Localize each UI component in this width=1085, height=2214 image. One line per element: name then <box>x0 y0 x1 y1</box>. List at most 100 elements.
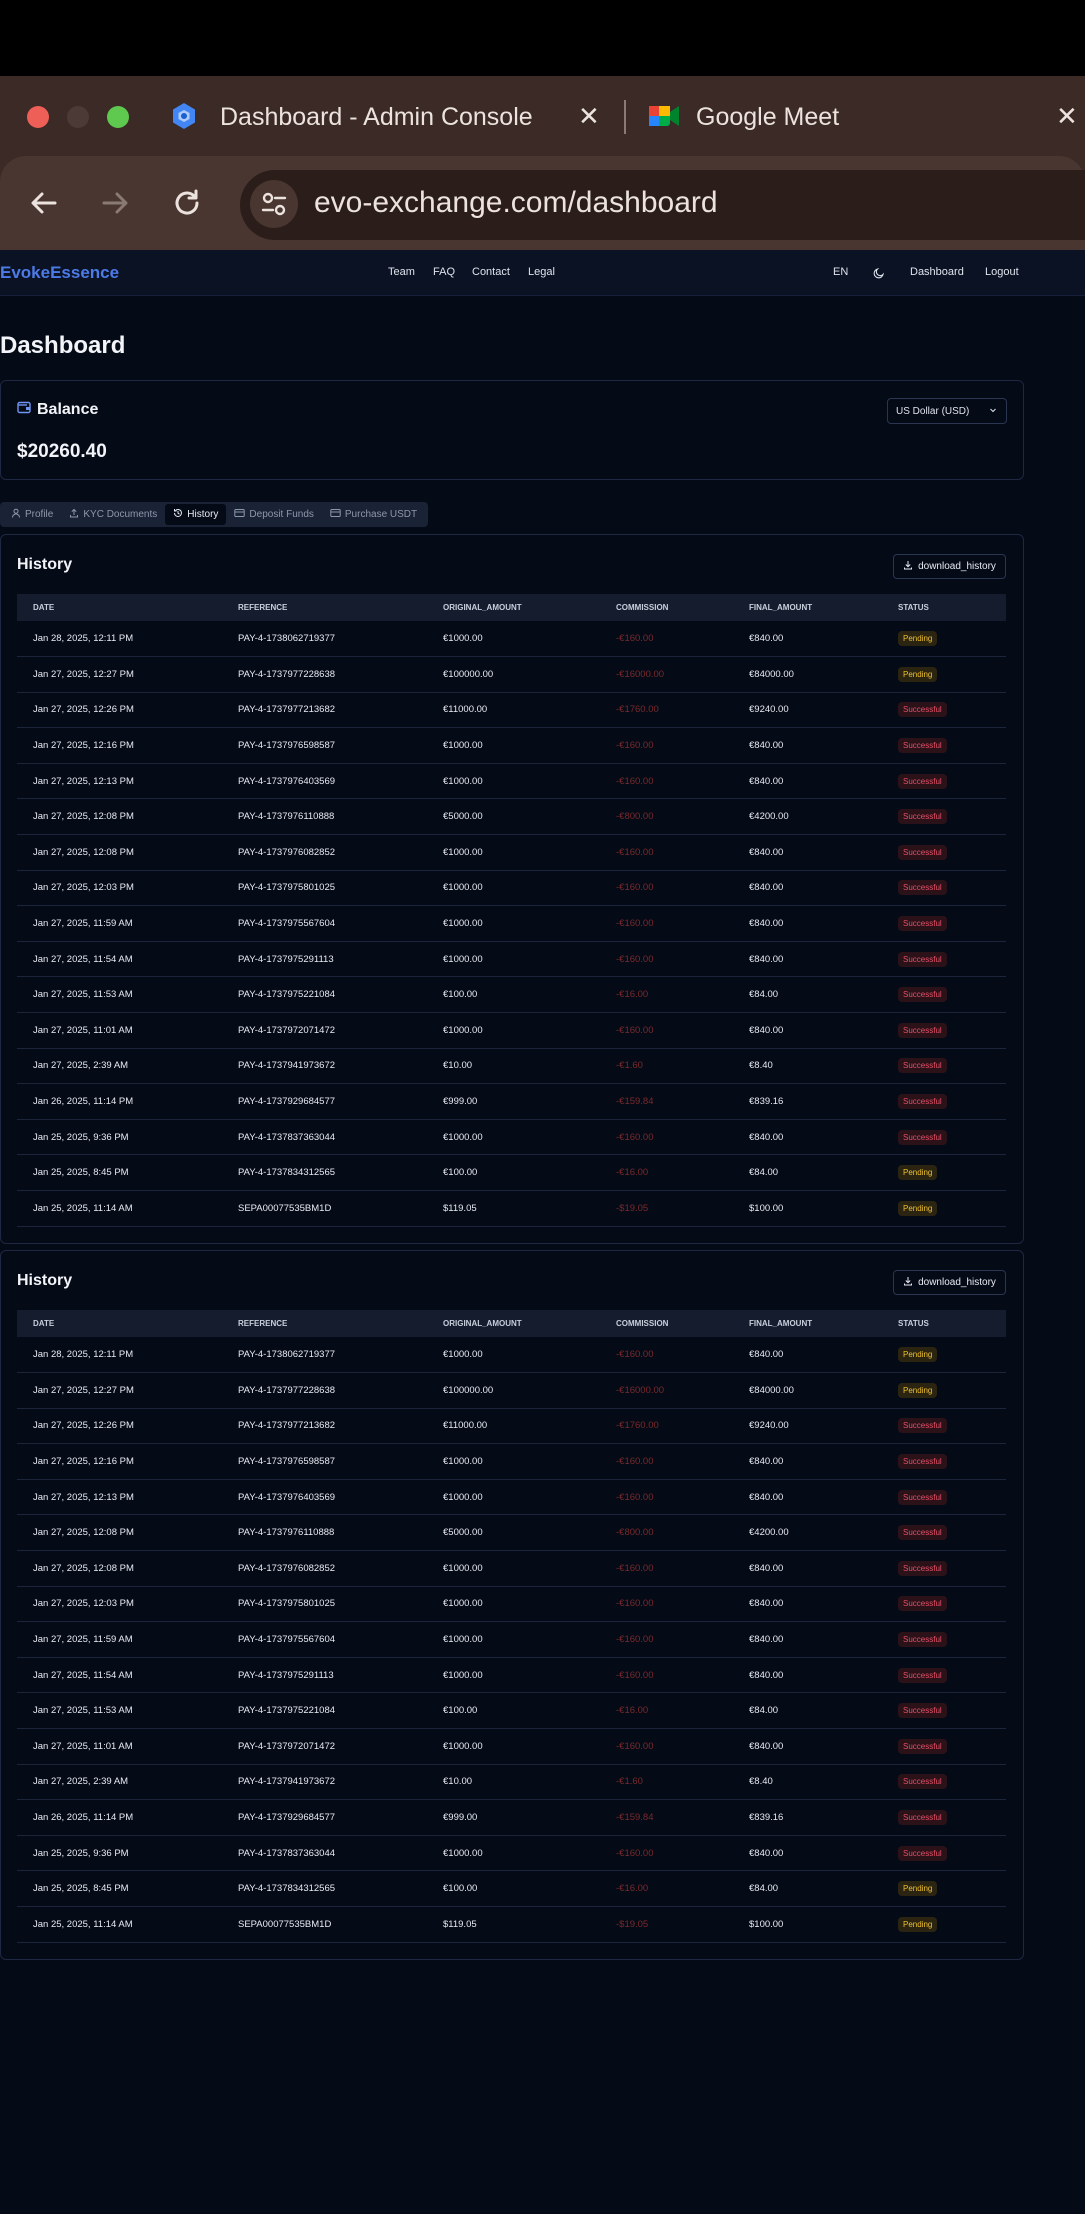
theme-toggle-moon-icon[interactable] <box>873 266 885 279</box>
cell-original-amount: €1000.00 <box>427 763 600 800</box>
cell-commission: -€160.00 <box>600 1550 733 1587</box>
table-row[interactable]: Jan 25, 2025, 11:14 AM SEPA00077535BM1D $1… <box>17 1906 1006 1943</box>
table-row[interactable]: Jan 25, 2025, 8:45 PM PAY-4-1737834312565… <box>17 1154 1006 1191</box>
forward-arrow-icon[interactable] <box>98 186 132 220</box>
table-row[interactable]: Jan 26, 2025, 11:14 PM PAY-4-173792968457… <box>17 1799 1006 1836</box>
cell-final-amount: €840.00 <box>733 1835 882 1872</box>
tab-kyc-documents[interactable]: KYC Documents <box>61 504 165 525</box>
site-settings-icon[interactable] <box>250 180 298 228</box>
cell-original-amount: €11000.00 <box>427 692 600 729</box>
table-row[interactable]: Jan 27, 2025, 12:03 PM PAY-4-173797580102… <box>17 1586 1006 1623</box>
reload-icon[interactable] <box>170 186 204 220</box>
table-row[interactable]: Jan 27, 2025, 12:03 PM PAY-4-173797580102… <box>17 870 1006 907</box>
tab-label: History <box>187 509 219 520</box>
cell-original-amount: €1000.00 <box>427 621 600 658</box>
table-row[interactable]: Jan 27, 2025, 11:54 AM PAY-4-173797529111… <box>17 1657 1006 1694</box>
tab-profile[interactable]: Profile <box>3 504 61 525</box>
language-switcher[interactable]: EN <box>833 266 848 278</box>
back-arrow-icon[interactable] <box>27 186 61 220</box>
cell-date: Jan 27, 2025, 12:03 PM <box>17 1586 222 1623</box>
column-header-commission: COMMISSION <box>600 594 733 621</box>
table-row[interactable]: Jan 27, 2025, 11:59 AM PAY-4-173797556760… <box>17 1621 1006 1658</box>
table-row[interactable]: Jan 27, 2025, 11:54 AM PAY-4-173797529111… <box>17 941 1006 978</box>
table-row[interactable]: Jan 27, 2025, 12:08 PM PAY-4-173797611088… <box>17 1514 1006 1552</box>
history-title: History <box>17 1272 73 1289</box>
table-row[interactable]: Jan 27, 2025, 11:53 AM PAY-4-173797522108… <box>17 976 1006 1014</box>
table-row[interactable]: Jan 27, 2025, 12:16 PM PAY-4-173797659858… <box>17 1443 1006 1480</box>
table-row[interactable]: Jan 27, 2025, 12:26 PM PAY-4-173797721368… <box>17 692 1006 729</box>
cell-original-amount: €1000.00 <box>427 1586 600 1623</box>
cell-commission: -€160.00 <box>600 905 733 942</box>
tab-purchase-usdt[interactable]: Purchase USDT <box>322 504 425 525</box>
table-row[interactable]: Jan 27, 2025, 12:13 PM PAY-4-173797640356… <box>17 763 1006 800</box>
cell-date: Jan 27, 2025, 2:39 AM <box>17 1764 222 1801</box>
download-icon <box>903 1276 913 1289</box>
table-row[interactable]: Jan 27, 2025, 11:01 AM PAY-4-173797207147… <box>17 1012 1006 1049</box>
nav-dashboard-link[interactable]: Dashboard <box>910 266 964 278</box>
table-row[interactable]: Jan 27, 2025, 11:53 AM PAY-4-173797522108… <box>17 1692 1006 1730</box>
status-badge: Successful <box>898 1738 947 1754</box>
table-row[interactable]: Jan 27, 2025, 12:26 PM PAY-4-173797721368… <box>17 1408 1006 1445</box>
table-row[interactable]: Jan 28, 2025, 12:11 PM PAY-4-173806271937… <box>17 1337 1006 1374</box>
table-row[interactable]: Jan 25, 2025, 9:36 PM PAY-4-1737837363044… <box>17 1119 1006 1156</box>
nav-link-team[interactable]: Team <box>388 266 415 278</box>
nav-link-faq[interactable]: FAQ <box>433 266 455 278</box>
logout-button[interactable]: Logout <box>985 266 1019 278</box>
table-row[interactable]: Jan 27, 2025, 12:27 PM PAY-4-173797722863… <box>17 1372 1006 1409</box>
table-row[interactable]: Jan 27, 2025, 12:13 PM PAY-4-173797640356… <box>17 1479 1006 1516</box>
table-row[interactable]: Jan 27, 2025, 12:08 PM PAY-4-173797608285… <box>17 834 1006 871</box>
table-row[interactable]: Jan 27, 2025, 12:16 PM PAY-4-173797659858… <box>17 727 1006 764</box>
table-row[interactable]: Jan 25, 2025, 9:36 PM PAY-4-1737837363044… <box>17 1835 1006 1872</box>
nav-link-contact[interactable]: Contact <box>472 266 510 278</box>
column-header-original-amount: ORIGINAL_AMOUNT <box>427 1310 600 1337</box>
table-row[interactable]: Jan 25, 2025, 11:14 AM SEPA00077535BM1D $1… <box>17 1190 1006 1227</box>
cell-reference: PAY-4-1737975567604 <box>222 1621 427 1658</box>
window-close-button[interactable] <box>27 106 49 128</box>
status-badge: Successful <box>898 844 947 860</box>
tab-history[interactable]: History <box>165 504 227 525</box>
cell-reference: PAY-4-1738062719377 <box>222 1337 427 1374</box>
table-row[interactable]: Jan 28, 2025, 12:11 PM PAY-4-173806271937… <box>17 621 1006 658</box>
cell-status: Successful <box>882 1048 1006 1085</box>
cell-reference: PAY-4-1737975801025 <box>222 870 427 907</box>
tab-label: Purchase USDT <box>344 509 418 520</box>
cell-reference: SEPA00077535BM1D <box>222 1906 427 1943</box>
column-header-status: STATUS <box>882 1310 1006 1337</box>
cell-status: Successful <box>882 1764 1006 1801</box>
table-row[interactable]: Jan 27, 2025, 12:27 PM PAY-4-173797722863… <box>17 656 1006 693</box>
cell-final-amount: €840.00 <box>733 834 882 871</box>
cell-reference: PAY-4-1737941973672 <box>222 1764 427 1801</box>
table-row[interactable]: Jan 27, 2025, 12:08 PM PAY-4-173797611088… <box>17 798 1006 836</box>
cell-reference: PAY-4-1737929684577 <box>222 1083 427 1120</box>
table-row[interactable]: Jan 27, 2025, 11:01 AM PAY-4-173797207147… <box>17 1728 1006 1765</box>
cell-final-amount: €839.16 <box>733 1799 882 1836</box>
table-row[interactable]: Jan 27, 2025, 2:39 AM PAY-4-1737941973672… <box>17 1048 1006 1085</box>
close-tab-icon[interactable]: ✕ <box>578 103 600 129</box>
brand-logo[interactable]: EvokeEssence <box>0 263 119 283</box>
nav-link-legal[interactable]: Legal <box>528 266 555 278</box>
cell-status: Successful <box>882 1799 1006 1836</box>
download-icon <box>903 560 913 573</box>
table-row[interactable]: Jan 27, 2025, 2:39 AM PAY-4-1737941973672… <box>17 1764 1006 1801</box>
download-history-button[interactable]: download_history <box>893 554 1006 579</box>
table-row[interactable]: Jan 27, 2025, 11:59 AM PAY-4-173797556760… <box>17 905 1006 942</box>
tab-deposit-funds[interactable]: Deposit Funds <box>226 504 321 525</box>
cell-original-amount: €1000.00 <box>427 1835 600 1872</box>
window-maximize-button[interactable] <box>107 106 129 128</box>
browser-tab-dashboard[interactable]: Dashboard - Admin Console ✕ <box>170 76 610 156</box>
status-badge: Successful <box>898 1094 947 1110</box>
cell-status: Successful <box>882 1835 1006 1872</box>
balance-title: Balance <box>17 400 98 419</box>
currency-select[interactable]: US Dollar (USD) <box>887 398 1007 424</box>
table-row[interactable]: Jan 26, 2025, 11:14 PM PAY-4-173792968457… <box>17 1083 1006 1120</box>
download-history-button[interactable]: download_history <box>893 1270 1006 1295</box>
table-row[interactable]: Jan 25, 2025, 8:45 PM PAY-4-1737834312565… <box>17 1870 1006 1907</box>
cell-reference: PAY-4-1737976082852 <box>222 1550 427 1587</box>
browser-tab-meet[interactable]: Google Meet ✕ <box>648 76 1085 156</box>
table-row[interactable]: Jan 27, 2025, 12:08 PM PAY-4-173797608285… <box>17 1550 1006 1587</box>
cell-commission: -€160.00 <box>600 1443 733 1480</box>
cell-final-amount: €84.00 <box>733 976 882 1014</box>
cell-original-amount: €1000.00 <box>427 1479 600 1516</box>
close-tab-icon[interactable]: ✕ <box>1056 103 1078 129</box>
window-minimize-button[interactable] <box>67 106 89 128</box>
